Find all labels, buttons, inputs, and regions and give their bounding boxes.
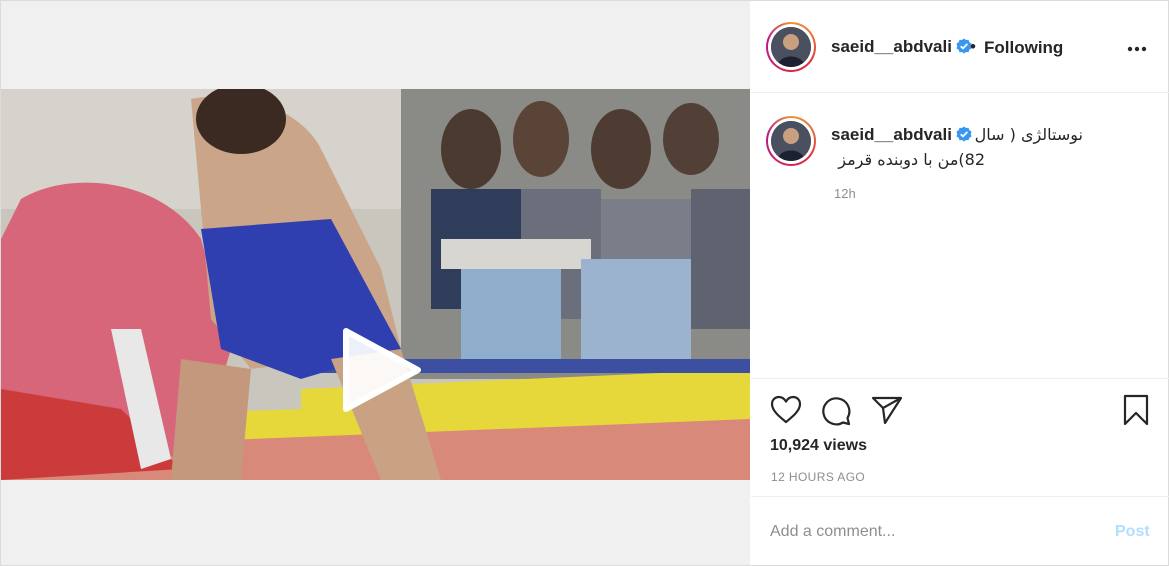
post-dialog: saeid__abdvali • Following saeid__abdval… xyxy=(0,0,1169,566)
post-comment-button[interactable]: Post xyxy=(1115,523,1150,541)
post-header: saeid__abdvali • Following xyxy=(751,1,1169,93)
separator-dot: • xyxy=(970,37,976,56)
media-panel xyxy=(1,1,750,565)
comments-section: saeid__abdvali نوستالژی ( سال 82)من با د… xyxy=(751,94,1169,377)
verified-badge-icon xyxy=(956,126,972,142)
caption-username[interactable]: saeid__abdvali xyxy=(831,125,972,145)
side-panel: saeid__abdvali • Following saeid__abdval… xyxy=(751,1,1169,565)
author-username[interactable]: saeid__abdvali xyxy=(831,37,972,57)
more-options-icon[interactable] xyxy=(1127,46,1147,52)
post-timestamp[interactable]: 12 HOURS AGO xyxy=(771,470,865,484)
bookmark-icon[interactable] xyxy=(1122,394,1150,426)
caption-timestamp[interactable]: 12h xyxy=(834,186,856,201)
caption-avatar[interactable] xyxy=(766,116,816,166)
paper-plane-icon[interactable] xyxy=(871,395,903,425)
view-count[interactable]: 10,924 views xyxy=(770,437,867,455)
video-frame xyxy=(1,89,750,480)
video-player[interactable] xyxy=(1,89,750,480)
caption-text-line2: 82)من با دوبنده قرمز xyxy=(838,150,985,169)
heart-icon[interactable] xyxy=(770,395,802,425)
following-button[interactable]: Following xyxy=(984,38,1063,58)
play-icon[interactable] xyxy=(336,325,426,415)
action-bar: 10,924 views 12 HOURS AGO xyxy=(751,378,1169,496)
comment-input[interactable] xyxy=(770,519,1090,545)
caption-text-line1: نوستالژی ( سال xyxy=(974,125,1083,144)
comment-icon[interactable] xyxy=(820,395,852,427)
author-avatar[interactable] xyxy=(766,22,816,72)
add-comment-bar: Post xyxy=(751,496,1169,565)
